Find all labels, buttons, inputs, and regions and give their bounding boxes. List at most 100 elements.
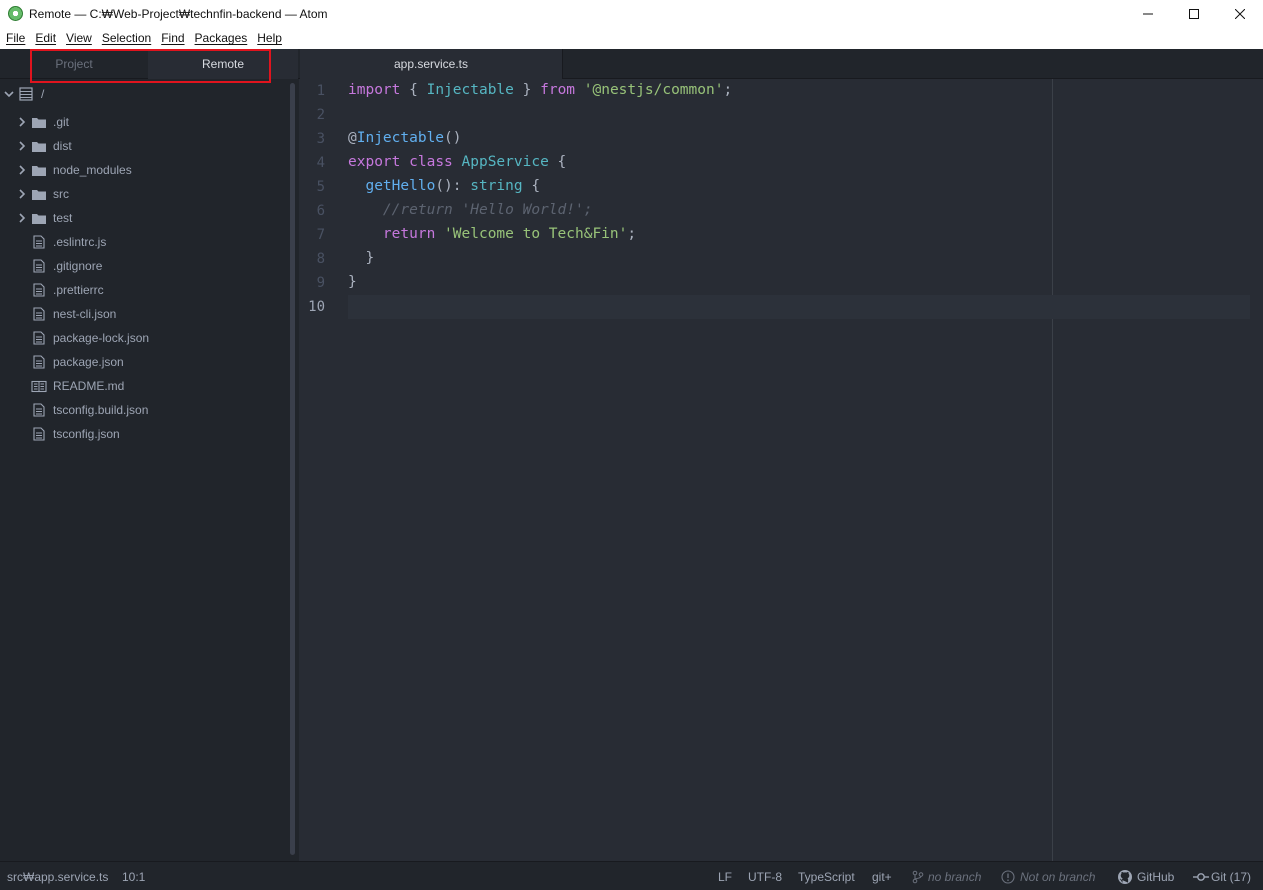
menu-edit[interactable]: Edit <box>31 31 60 45</box>
minimize-button[interactable] <box>1125 0 1171 27</box>
token-punct: } <box>513 82 541 98</box>
menu-bar: File Edit View Selection Find Packages H… <box>0 27 1263 49</box>
status-cursor-position[interactable]: 10:1 <box>122 862 145 890</box>
folder-item[interactable]: .git <box>0 110 290 134</box>
file-label: tsconfig.json <box>53 427 120 441</box>
git-commit-icon <box>1193 862 1209 890</box>
chevron-right-icon[interactable] <box>17 189 27 199</box>
folder-item[interactable]: dist <box>0 134 290 158</box>
menu-packages[interactable]: Packages <box>191 31 252 45</box>
file-icon <box>31 259 47 273</box>
line-number: 1 <box>316 83 325 99</box>
token-comment: //return 'Hello World!'; <box>382 202 593 218</box>
token-method: getHello <box>365 178 436 194</box>
file-icon <box>31 427 47 441</box>
folder-item[interactable]: test <box>0 206 290 230</box>
folder-icon <box>31 115 47 129</box>
token-punct: @ <box>348 130 357 146</box>
status-encoding[interactable]: UTF-8 <box>748 862 782 890</box>
status-branch-state[interactable]: Not on branch <box>1020 862 1095 890</box>
status-github[interactable]: GitHub <box>1137 862 1174 890</box>
file-label: .prettierrc <box>53 283 104 297</box>
close-icon <box>1235 8 1245 19</box>
file-item[interactable]: tsconfig.json <box>0 422 290 446</box>
folder-label: dist <box>53 139 72 153</box>
code-line-7: return 'Welcome to Tech&Fin'; <box>348 226 636 242</box>
dock-scrollbar[interactable] <box>290 83 295 855</box>
cursor-line-highlight <box>348 295 1250 319</box>
branch-icon <box>912 862 924 890</box>
folder-label: .git <box>53 115 70 129</box>
folder-label: test <box>53 211 73 225</box>
file-item[interactable]: package.json <box>0 350 290 374</box>
token-keyword: from <box>540 82 576 98</box>
folder-item[interactable]: src <box>0 182 290 206</box>
token-decorator: Injectable <box>356 130 445 146</box>
tab-project[interactable]: Project <box>0 49 148 79</box>
folder-icon <box>31 211 47 225</box>
tab-app-service[interactable]: app.service.ts <box>300 49 563 79</box>
status-git-plus[interactable]: git+ <box>872 862 892 890</box>
status-git[interactable]: Git (17) <box>1211 862 1251 890</box>
status-file-path[interactable]: src₩app.service.ts <box>7 862 108 890</box>
folder-icon <box>31 187 47 201</box>
book-icon <box>31 379 47 393</box>
line-number: 9 <box>316 275 325 291</box>
code-line-8: } <box>348 250 375 266</box>
code-line-3: @Injectable() <box>348 130 462 146</box>
code-line-6: //return 'Hello World!'; <box>348 202 593 218</box>
left-dock: Project Remote / .git dist node_modules … <box>0 49 299 861</box>
file-label: tsconfig.build.json <box>53 403 149 417</box>
code-editor[interactable]: 1 2 3 4 5 6 7 8 9 10 import { Injectable… <box>299 79 1263 861</box>
menu-file[interactable]: File <box>2 31 29 45</box>
chevron-right-icon[interactable] <box>17 165 27 175</box>
file-item[interactable]: README.md <box>0 374 290 398</box>
status-grammar[interactable]: TypeScript <box>798 862 855 890</box>
tree-root[interactable]: / <box>0 80 290 108</box>
window-controls <box>1125 0 1263 27</box>
token-identifier: Injectable <box>426 82 514 98</box>
file-icon <box>31 403 47 417</box>
chevron-right-icon[interactable] <box>17 117 27 127</box>
status-line-ending[interactable]: LF <box>718 862 732 890</box>
title-bar: Remote — C:₩Web-Project₩technfin-backend… <box>0 0 1263 27</box>
line-number: 7 <box>316 227 325 243</box>
file-label: README.md <box>53 379 125 393</box>
file-label: nest-cli.json <box>53 307 117 321</box>
folder-icon <box>31 139 47 153</box>
file-label: .eslintrc.js <box>53 235 107 249</box>
token-keyword: export <box>348 154 401 170</box>
chevron-down-icon[interactable] <box>4 89 14 99</box>
file-item[interactable]: .gitignore <box>0 254 290 278</box>
close-button[interactable] <box>1217 0 1263 27</box>
file-item[interactable]: .prettierrc <box>0 278 290 302</box>
menu-help[interactable]: Help <box>253 31 286 45</box>
maximize-button[interactable] <box>1171 0 1217 27</box>
menu-view[interactable]: View <box>62 31 96 45</box>
wrap-guide <box>1052 79 1053 861</box>
editor-tab-bar: app.service.ts <box>299 49 1263 79</box>
chevron-right-icon[interactable] <box>17 141 27 151</box>
menu-selection[interactable]: Selection <box>98 31 155 45</box>
line-number: 2 <box>316 107 325 123</box>
token-punct: { <box>548 154 567 170</box>
file-item[interactable]: nest-cli.json <box>0 302 290 326</box>
token-string: '@nestjs/common' <box>583 82 724 98</box>
folder-label: src <box>53 187 69 201</box>
tab-remote[interactable]: Remote <box>148 49 298 79</box>
file-icon <box>31 283 47 297</box>
file-item[interactable]: .eslintrc.js <box>0 230 290 254</box>
file-item[interactable]: package-lock.json <box>0 326 290 350</box>
token-punct: ; <box>627 226 637 242</box>
token-string: 'Welcome to Tech&Fin' <box>444 226 628 242</box>
chevron-right-icon[interactable] <box>17 213 27 223</box>
status-branch[interactable]: no branch <box>928 862 981 890</box>
menu-find[interactable]: Find <box>157 31 188 45</box>
folder-item[interactable]: node_modules <box>0 158 290 182</box>
file-item[interactable]: tsconfig.build.json <box>0 398 290 422</box>
